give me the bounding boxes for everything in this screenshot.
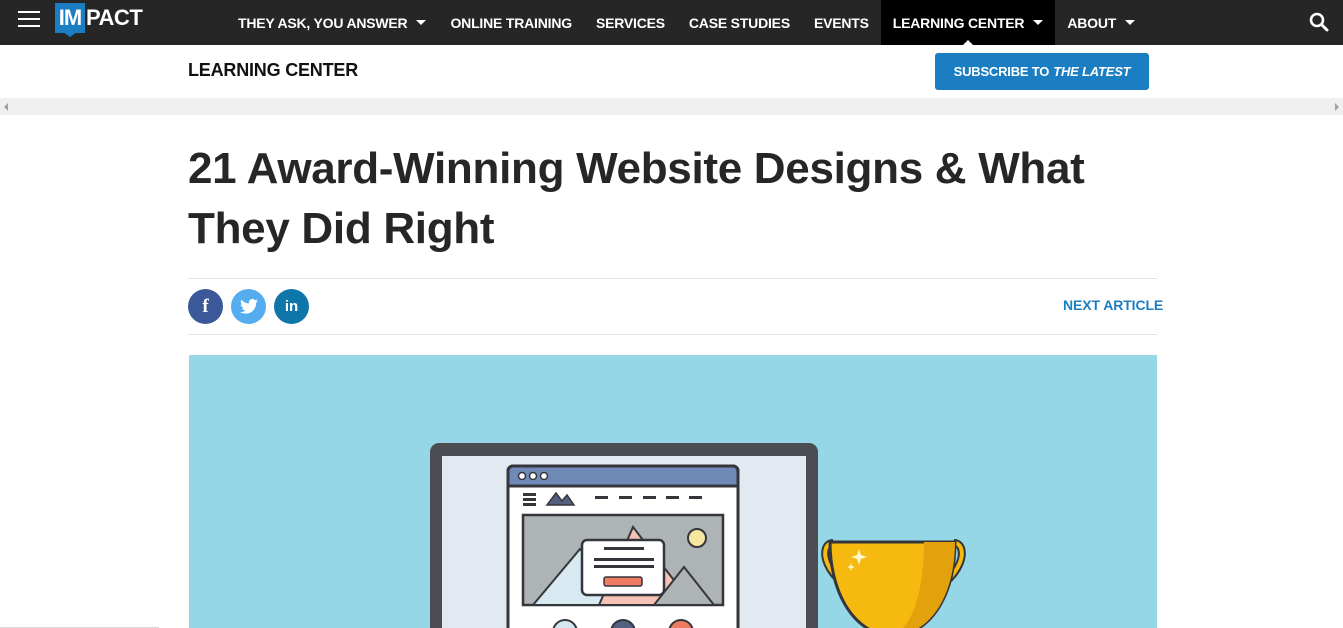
search-icon[interactable] — [1308, 11, 1330, 33]
scroll-right-icon[interactable] — [1335, 103, 1339, 111]
subscribe-emphasis: THE LATEST — [1053, 64, 1131, 79]
next-article-link[interactable]: NEXT ARTICLE — [1063, 297, 1163, 313]
linkedin-icon: in — [284, 298, 299, 315]
logo-wordmark: PACT — [86, 5, 143, 30]
article-title: 21 Award-Winning Website Designs & What … — [188, 144, 1085, 253]
nav-item-learning-center[interactable]: LEARNING CENTER — [880, 0, 1056, 46]
divider — [188, 278, 1157, 279]
hero-illustration — [189, 355, 1157, 628]
caret-down-icon — [1033, 20, 1044, 25]
nav-item-label: EVENTS — [813, 14, 869, 31]
twitter-share-button[interactable] — [231, 289, 266, 324]
nav-item-label: CASE STUDIES — [688, 14, 790, 31]
facebook-share-button[interactable]: f — [188, 289, 223, 324]
nav-item-label: ABOUT — [1067, 14, 1117, 31]
section-title[interactable]: LEARNING CENTER — [188, 60, 358, 81]
nav-item-events[interactable]: EVENTS — [802, 0, 881, 45]
subscribe-button[interactable]: SUBSCRIBE TO THE LATEST — [935, 53, 1149, 90]
nav-item-label: THEY ASK, YOU ANSWER — [238, 14, 408, 31]
logo-mark: IM — [55, 3, 85, 37]
hamburger-menu-icon[interactable] — [18, 11, 40, 27]
nav-item-label: SERVICES — [595, 14, 665, 31]
top-navigation-bar: IM PACT THEY ASK, YOU ANSWER ONLINE TRAI… — [0, 0, 1343, 46]
nav-item-online-training[interactable]: ONLINE TRAINING — [438, 0, 583, 45]
twitter-icon — [239, 299, 258, 314]
nav-item-they-ask-you-answer[interactable]: THEY ASK, YOU ANSWER — [226, 0, 438, 45]
nav-item-label: ONLINE TRAINING — [450, 14, 572, 31]
nav-item-case-studies[interactable]: CASE STUDIES — [677, 0, 802, 45]
main-nav: THEY ASK, YOU ANSWER ONLINE TRAINING SER… — [226, 0, 1147, 46]
scroll-left-icon[interactable] — [4, 103, 8, 111]
nav-item-services[interactable]: SERVICES — [584, 0, 677, 45]
caret-down-icon — [416, 20, 427, 25]
horizontal-scrollbar[interactable] — [0, 98, 1343, 115]
nav-item-label: LEARNING CENTER — [892, 14, 1025, 31]
facebook-icon: f — [202, 295, 209, 317]
caret-down-icon — [1125, 20, 1136, 25]
nav-item-about[interactable]: ABOUT — [1055, 0, 1147, 45]
website-design-award-illustration — [430, 443, 966, 628]
linkedin-share-button[interactable]: in — [274, 289, 309, 324]
divider — [188, 334, 1157, 335]
impact-logo[interactable]: IM PACT — [55, 3, 143, 37]
learning-center-subheader: LEARNING CENTER SUBSCRIBE TO THE LATEST — [0, 45, 1343, 98]
subscribe-label: SUBSCRIBE TO — [953, 64, 1050, 79]
